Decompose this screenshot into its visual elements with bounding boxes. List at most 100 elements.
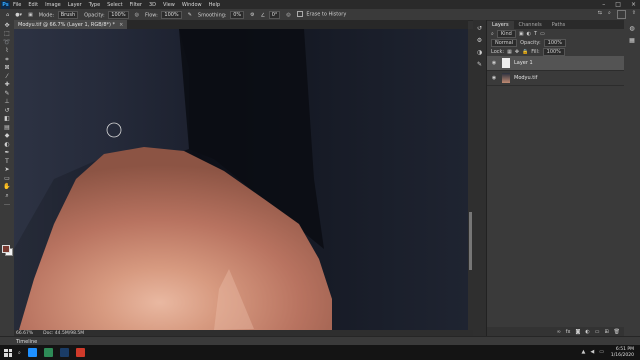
lock-pixels-icon[interactable]: ▦ <box>507 49 512 55</box>
foreground-color-swatch[interactable] <box>2 245 10 253</box>
hand-tool-icon[interactable]: ✋ <box>3 183 11 190</box>
pressure-opacity-icon[interactable]: ◎ <box>135 12 139 18</box>
minimize-icon[interactable]: – <box>602 1 605 8</box>
new-layer-icon[interactable]: ⊞ <box>604 329 608 335</box>
path-select-tool-icon[interactable]: ➤ <box>3 166 11 173</box>
lasso-tool-icon[interactable]: ➰ <box>3 39 11 46</box>
share-icon[interactable]: ⇪ <box>632 10 636 19</box>
blend-mode-select[interactable]: Normal <box>491 38 518 47</box>
search-icon[interactable]: ⌕ <box>608 10 611 19</box>
layer-opacity-input[interactable]: 100% <box>543 38 566 47</box>
zoom-level[interactable]: 66.67% <box>16 331 33 336</box>
pressure-size-icon[interactable]: ◎ <box>286 12 290 18</box>
menu-image[interactable]: Image <box>45 2 61 8</box>
delete-layer-icon[interactable]: 🗑 <box>614 329 620 335</box>
menu-filter[interactable]: Filter <box>130 2 142 8</box>
pen-tool-icon[interactable]: ✒ <box>3 149 11 156</box>
tab-channels[interactable]: Channels <box>514 21 547 29</box>
filter-shape-icon[interactable]: ▭ <box>540 31 545 37</box>
clock[interactable]: 6:51 PM 1/16/2020 <box>611 347 634 358</box>
filter-type-icon[interactable]: T <box>534 31 537 37</box>
eye-icon[interactable]: ◉ <box>490 60 498 66</box>
adjustments-panel-icon[interactable]: ◑ <box>476 49 483 56</box>
marquee-tool-icon[interactable]: ⬚ <box>3 30 11 37</box>
flow-input[interactable]: 100% <box>161 10 182 19</box>
brush-tool-icon[interactable]: ✎ <box>3 90 11 97</box>
battery-icon[interactable]: ▭ <box>599 349 604 355</box>
layer-row[interactable]: ◉ Modyu.tif <box>487 71 624 86</box>
add-mask-icon[interactable]: ◙ <box>575 329 580 335</box>
menu-file[interactable]: File <box>13 2 21 8</box>
layer-style-icon[interactable]: fx <box>566 329 571 335</box>
blur-tool-icon[interactable]: ◆ <box>3 132 11 139</box>
menu-edit[interactable]: Edit <box>28 2 38 8</box>
network-icon[interactable]: ▲ <box>582 349 586 355</box>
move-tool-icon[interactable]: ✥ <box>3 22 11 29</box>
eraser-tool-icon[interactable]: ◧ <box>3 115 11 122</box>
zoom-tool-icon[interactable]: ⌕ <box>3 192 11 199</box>
dodge-tool-icon[interactable]: ◐ <box>3 141 11 148</box>
clone-stamp-tool-icon[interactable]: ⊥ <box>3 98 11 105</box>
taskbar-app-terminal-icon[interactable] <box>59 348 69 357</box>
history-brush-tool-icon[interactable]: ⌂ <box>6 12 9 18</box>
more-tools-icon[interactable]: … <box>3 200 11 207</box>
swatches-panel-icon[interactable]: ▦ <box>629 37 636 44</box>
history-brush-tool-icon-2[interactable]: ↺ <box>3 107 11 114</box>
eyedropper-tool-icon[interactable]: ⁄ <box>3 73 11 80</box>
layer-name[interactable]: Layer 1 <box>514 60 533 66</box>
fill-input[interactable]: 100% <box>542 47 565 56</box>
menu-layer[interactable]: Layer <box>68 2 82 8</box>
taskbar-search-icon[interactable]: ⌕ <box>18 350 21 356</box>
shape-tool-icon[interactable]: ▭ <box>3 175 11 182</box>
workspace-icon[interactable] <box>616 10 626 19</box>
filter-pixel-icon[interactable]: ▣ <box>519 31 524 37</box>
crop-tool-icon[interactable]: ⌗ <box>3 56 11 63</box>
document-canvas[interactable] <box>14 29 468 330</box>
lock-position-icon[interactable]: ✥ <box>515 49 519 55</box>
tab-paths[interactable]: Paths <box>547 21 571 29</box>
layer-name[interactable]: Modyu.tif <box>514 75 537 81</box>
erase-to-history-checkbox[interactable] <box>296 11 303 18</box>
windows-start-icon[interactable] <box>4 348 12 357</box>
airbrush-icon[interactable]: ✎ <box>188 12 192 18</box>
new-group-icon[interactable]: ▭ <box>595 329 600 335</box>
frame-tool-icon[interactable]: ⊠ <box>3 64 11 71</box>
timeline-tab[interactable]: Timeline <box>16 339 37 345</box>
smoothing-input[interactable]: 0% <box>230 10 245 19</box>
menu-view[interactable]: View <box>163 2 175 8</box>
symmetry-icon[interactable]: ⇆ <box>598 10 602 19</box>
maximize-icon[interactable]: □ <box>615 1 621 8</box>
healing-brush-tool-icon[interactable]: ✚ <box>3 81 11 88</box>
close-window-icon[interactable]: × <box>631 1 636 8</box>
quick-select-tool-icon[interactable]: ⌇ <box>3 47 11 54</box>
eye-icon[interactable]: ◉ <box>490 75 498 81</box>
taskbar-app-explorer-icon[interactable] <box>43 348 53 357</box>
taskbar-app-recorder-icon[interactable] <box>75 348 85 357</box>
gradient-tool-icon[interactable]: ▤ <box>3 124 11 131</box>
properties-panel-icon[interactable]: ⚙ <box>476 37 483 44</box>
tab-layers[interactable]: Layers <box>487 21 514 29</box>
filter-adjustment-icon[interactable]: ◐ <box>527 31 531 37</box>
menu-type[interactable]: Type <box>89 2 100 8</box>
menu-select[interactable]: Select <box>107 2 122 8</box>
close-icon[interactable]: × <box>119 22 123 28</box>
document-tab[interactable]: Modyu.tif @ 66.7% (Layer 1, RGB/8*) * × <box>14 20 128 29</box>
opacity-input[interactable]: 100% <box>108 10 129 19</box>
kind-filter-select[interactable]: Kind <box>496 29 516 38</box>
adjustment-layer-icon[interactable]: ◐ <box>585 329 589 335</box>
taskbar-app-photoshop-icon[interactable] <box>27 348 37 357</box>
mode-select[interactable]: Brush <box>57 10 79 19</box>
brushes-panel-icon[interactable]: ✎ <box>476 61 483 68</box>
brush-settings-icon[interactable]: ▣ <box>28 12 33 18</box>
link-layers-icon[interactable]: ∞ <box>557 329 561 335</box>
menu-3d[interactable]: 3D <box>149 2 156 8</box>
scrollbar-thumb[interactable] <box>469 212 472 270</box>
angle-input[interactable]: 0° <box>268 10 281 19</box>
volume-icon[interactable]: ◀ <box>590 349 594 355</box>
layer-row[interactable]: ◉ Layer 1 <box>487 56 624 71</box>
brush-preset-icon[interactable]: ●▾ <box>15 12 22 18</box>
color-panel-icon[interactable]: ◍ <box>629 25 636 32</box>
menu-window[interactable]: Window <box>182 2 202 8</box>
smoothing-options-icon[interactable]: ⚙ <box>250 12 254 18</box>
menu-help[interactable]: Help <box>209 2 220 8</box>
